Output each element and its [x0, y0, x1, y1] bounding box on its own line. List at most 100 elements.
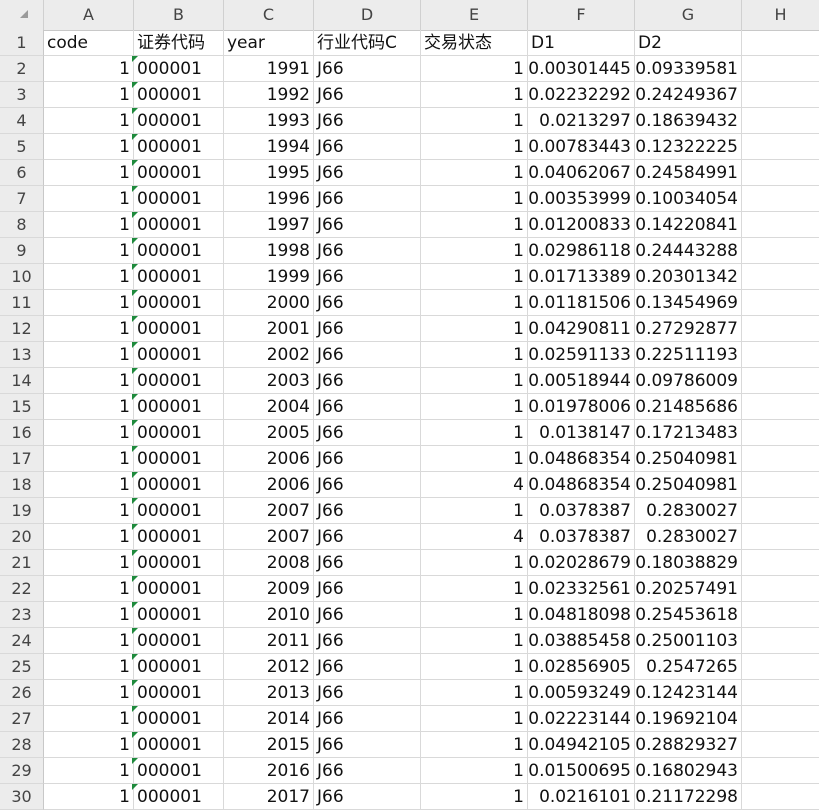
cell-d2[interactable]: 0.12322225	[635, 134, 742, 160]
cell-code[interactable]: 1	[44, 108, 134, 134]
cell-d1[interactable]: 0.04290811	[528, 316, 635, 342]
cell-code[interactable]: 1	[44, 524, 134, 550]
cell-code[interactable]: 1	[44, 732, 134, 758]
row-header[interactable]: 3	[0, 82, 44, 108]
cell-security-code[interactable]: 000001	[134, 160, 224, 186]
cell-year[interactable]: 2011	[224, 628, 314, 654]
cell-security-code[interactable]: 000001	[134, 82, 224, 108]
cell-d1[interactable]: 0.02232292	[528, 82, 635, 108]
row-header[interactable]: 14	[0, 368, 44, 394]
cell-industry-code[interactable]: J66	[314, 784, 421, 810]
cell-year[interactable]: 2000	[224, 290, 314, 316]
cell-year[interactable]: 2009	[224, 576, 314, 602]
cell-empty[interactable]	[742, 264, 819, 290]
cell-security-code[interactable]: 000001	[134, 472, 224, 498]
cell-code[interactable]: 1	[44, 498, 134, 524]
header-cell[interactable]: year	[224, 30, 314, 56]
cell-trade-status[interactable]: 1	[421, 602, 528, 628]
cell-empty[interactable]	[742, 524, 819, 550]
header-cell[interactable]: D2	[635, 30, 742, 56]
cell-d2[interactable]: 0.25040981	[635, 446, 742, 472]
cell-industry-code[interactable]: J66	[314, 654, 421, 680]
row-header[interactable]: 21	[0, 550, 44, 576]
column-header-d[interactable]: D	[314, 0, 421, 30]
cell-empty[interactable]	[742, 186, 819, 212]
cell-year[interactable]: 2015	[224, 732, 314, 758]
cell-security-code[interactable]: 000001	[134, 238, 224, 264]
cell-code[interactable]: 1	[44, 264, 134, 290]
cell-security-code[interactable]: 000001	[134, 394, 224, 420]
cell-security-code[interactable]: 000001	[134, 576, 224, 602]
cell-d1[interactable]: 0.00783443	[528, 134, 635, 160]
cell-security-code[interactable]: 000001	[134, 264, 224, 290]
cell-d1[interactable]: 0.01200833	[528, 212, 635, 238]
cell-trade-status[interactable]: 1	[421, 628, 528, 654]
header-cell[interactable]: D1	[528, 30, 635, 56]
cell-security-code[interactable]: 000001	[134, 316, 224, 342]
cell-d2[interactable]: 0.2830027	[635, 524, 742, 550]
cell-year[interactable]: 2007	[224, 524, 314, 550]
cell-industry-code[interactable]: J66	[314, 368, 421, 394]
cell-trade-status[interactable]: 1	[421, 212, 528, 238]
cell-code[interactable]: 1	[44, 654, 134, 680]
cell-industry-code[interactable]: J66	[314, 550, 421, 576]
cell-d2[interactable]: 0.17213483	[635, 420, 742, 446]
cell-year[interactable]: 2002	[224, 342, 314, 368]
cell-d1[interactable]: 0.00593249	[528, 680, 635, 706]
row-header[interactable]: 7	[0, 186, 44, 212]
cell-security-code[interactable]: 000001	[134, 732, 224, 758]
cell-d2[interactable]: 0.24584991	[635, 160, 742, 186]
cell-empty[interactable]	[742, 498, 819, 524]
row-header[interactable]: 13	[0, 342, 44, 368]
cell-code[interactable]: 1	[44, 186, 134, 212]
cell-trade-status[interactable]: 1	[421, 706, 528, 732]
cell-industry-code[interactable]: J66	[314, 758, 421, 784]
row-header[interactable]: 24	[0, 628, 44, 654]
cell-empty[interactable]	[742, 56, 819, 82]
cell-d2[interactable]: 0.25040981	[635, 472, 742, 498]
cell-security-code[interactable]: 000001	[134, 628, 224, 654]
row-header[interactable]: 19	[0, 498, 44, 524]
cell-trade-status[interactable]: 4	[421, 472, 528, 498]
cell-code[interactable]: 1	[44, 576, 134, 602]
cell-code[interactable]: 1	[44, 784, 134, 810]
row-header[interactable]: 18	[0, 472, 44, 498]
cell-industry-code[interactable]: J66	[314, 160, 421, 186]
cell-year[interactable]: 2005	[224, 420, 314, 446]
cell-d2[interactable]: 0.25001103	[635, 628, 742, 654]
cell-d1[interactable]: 0.00353999	[528, 186, 635, 212]
column-header-e[interactable]: E	[421, 0, 528, 30]
cell-industry-code[interactable]: J66	[314, 82, 421, 108]
cell-year[interactable]: 2017	[224, 784, 314, 810]
cell-trade-status[interactable]: 1	[421, 108, 528, 134]
cell-d2[interactable]: 0.10034054	[635, 186, 742, 212]
cell-security-code[interactable]: 000001	[134, 706, 224, 732]
cell-d1[interactable]: 0.02591133	[528, 342, 635, 368]
cell-code[interactable]: 1	[44, 758, 134, 784]
cell-year[interactable]: 2004	[224, 394, 314, 420]
cell-empty[interactable]	[742, 290, 819, 316]
header-cell[interactable]: 证券代码	[134, 30, 224, 56]
cell-industry-code[interactable]: J66	[314, 732, 421, 758]
cell-security-code[interactable]: 000001	[134, 108, 224, 134]
header-cell[interactable]: code	[44, 30, 134, 56]
cell-year[interactable]: 2007	[224, 498, 314, 524]
cell-year[interactable]: 2006	[224, 472, 314, 498]
row-header[interactable]: 30	[0, 784, 44, 810]
cell-empty[interactable]	[742, 420, 819, 446]
column-header-b[interactable]: B	[134, 0, 224, 30]
header-cell[interactable]: 交易状态	[421, 30, 528, 56]
cell-empty[interactable]	[742, 576, 819, 602]
cell-year[interactable]: 1997	[224, 212, 314, 238]
cell-industry-code[interactable]: J66	[314, 212, 421, 238]
row-header[interactable]: 11	[0, 290, 44, 316]
cell-code[interactable]: 1	[44, 238, 134, 264]
cell-d1[interactable]: 0.02986118	[528, 238, 635, 264]
cell-empty[interactable]	[742, 160, 819, 186]
cell-year[interactable]: 1998	[224, 238, 314, 264]
cell-d1[interactable]: 0.0213297	[528, 108, 635, 134]
cell-industry-code[interactable]: J66	[314, 238, 421, 264]
cell-trade-status[interactable]: 1	[421, 160, 528, 186]
cell-d1[interactable]: 0.02332561	[528, 576, 635, 602]
cell-year[interactable]: 1992	[224, 82, 314, 108]
